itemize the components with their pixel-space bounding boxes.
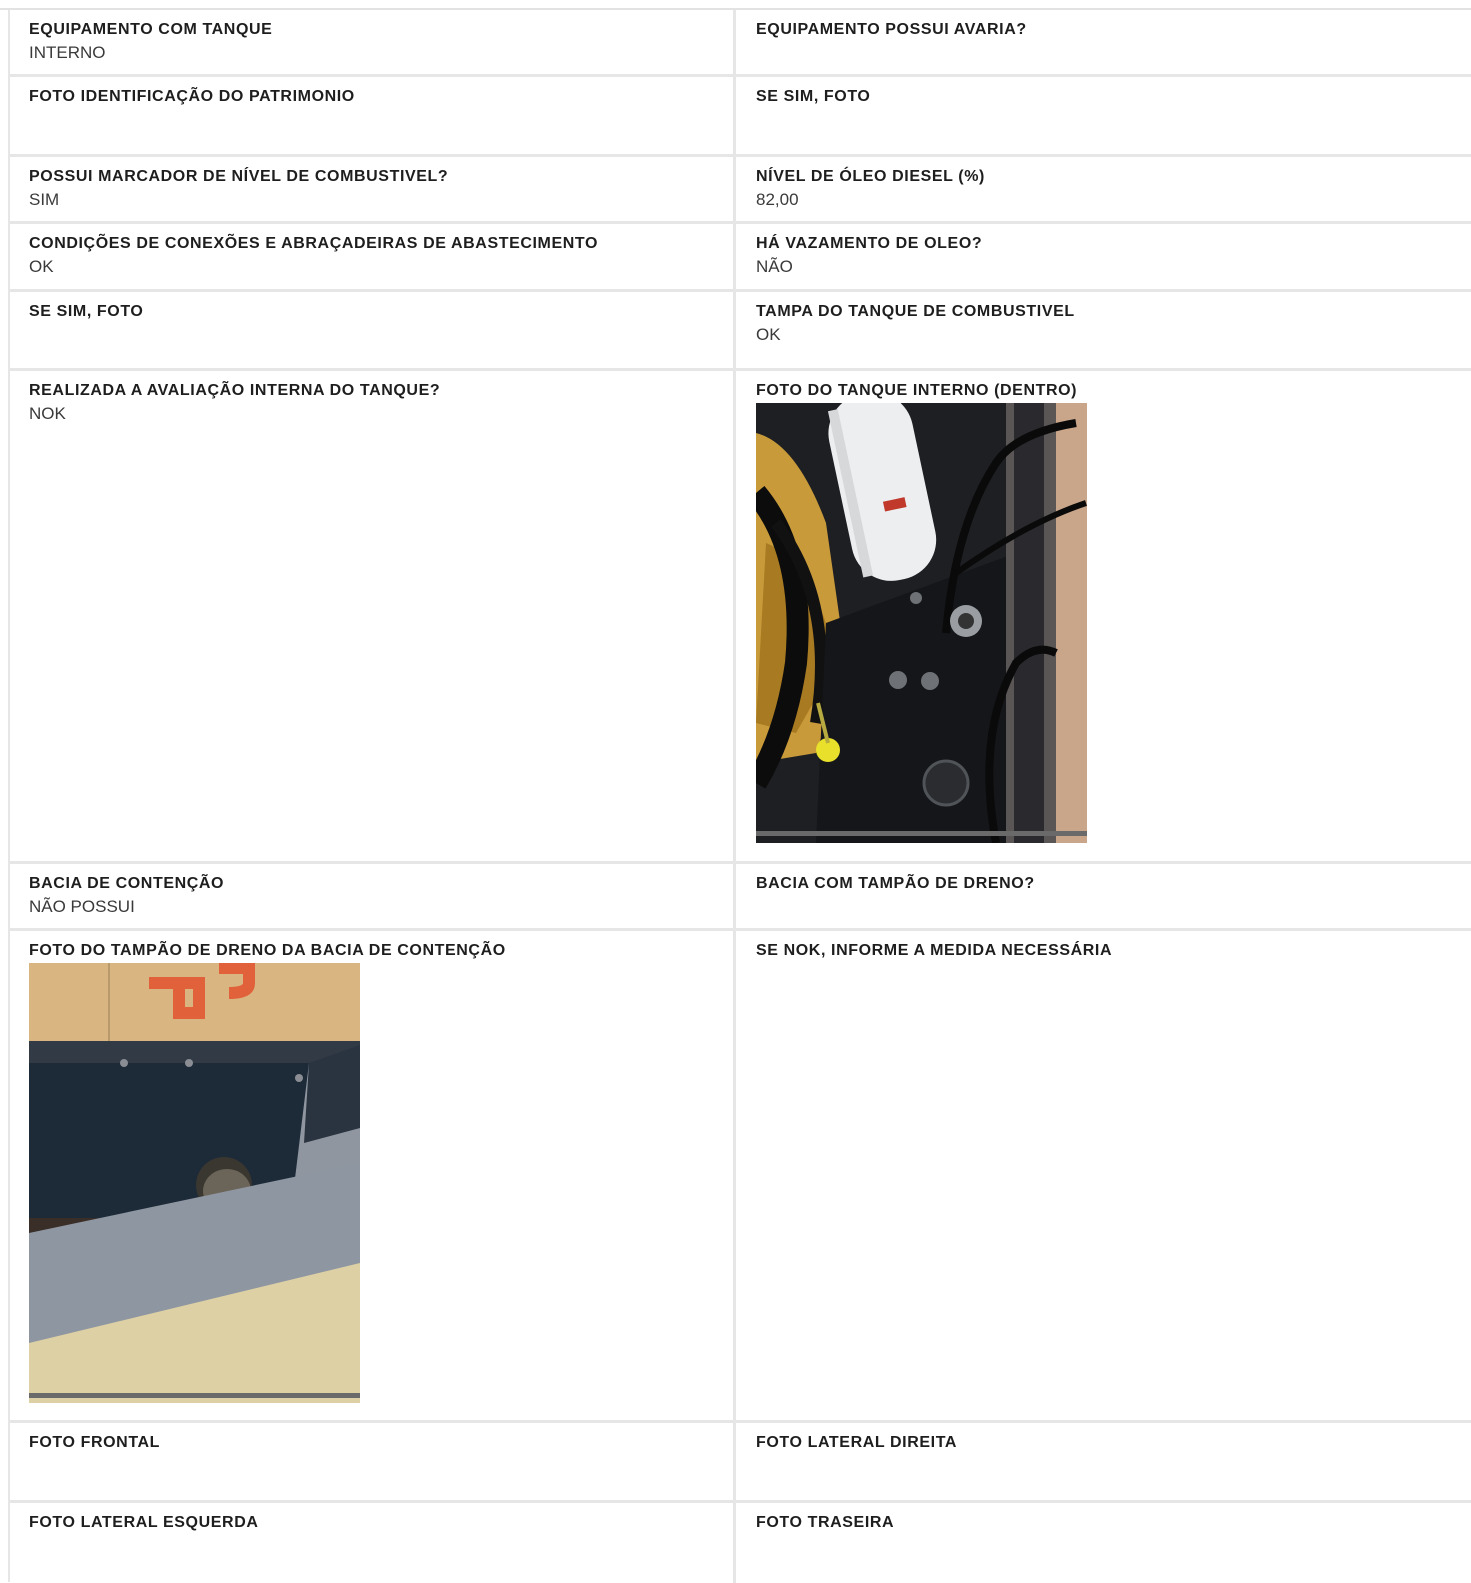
field-label: FOTO LATERAL DIREITA (756, 1434, 958, 1451)
field-foto-lateral-direita: FOTO LATERAL DIREITA (736, 1423, 1471, 1500)
field-nivel-oleo: NÍVEL DE ÓLEO DIESEL (%) 82,00 (736, 157, 1471, 221)
form-row: POSSUI MARCADOR DE NÍVEL DE COMBUSTIVEL?… (8, 157, 1471, 224)
field-label: SE NOK, INFORME A MEDIDA NECESSÁRIA (756, 942, 1113, 959)
field-label: SE SIM, FOTO (29, 303, 144, 320)
top-border (0, 0, 1471, 10)
form-row: FOTO IDENTIFICAÇÃO DO PATRIMONIO SE SIM,… (8, 77, 1471, 157)
field-value: INTERNO (29, 43, 106, 62)
field-conexoes: CONDIÇÕES DE CONEXÕES E ABRAÇADEIRAS DE … (8, 224, 736, 289)
form-row: CONDIÇÕES DE CONEXÕES E ABRAÇADEIRAS DE … (8, 224, 1471, 292)
field-label: FOTO DO TAMPÃO DE DRENO DA BACIA DE CONT… (29, 942, 506, 959)
field-label: EQUIPAMENTO POSSUI AVARIA? (756, 21, 1027, 38)
field-label: FOTO IDENTIFICAÇÃO DO PATRIMONIO (29, 88, 355, 105)
drain-plug-image (29, 963, 360, 1403)
field-label: NÍVEL DE ÓLEO DIESEL (%) (756, 168, 985, 185)
field-label: HÁ VAZAMENTO DE OLEO? (756, 235, 983, 252)
drain-plug-photo[interactable] (29, 963, 360, 1403)
form-row: FOTO DO TAMPÃO DE DRENO DA BACIA DE CONT… (8, 931, 1471, 1423)
field-label: FOTO LATERAL ESQUERDA (29, 1514, 259, 1531)
field-vazamento-foto: SE SIM, FOTO (8, 292, 736, 368)
field-label: FOTO DO TANQUE INTERNO (DENTRO) (756, 382, 1078, 399)
field-label: BACIA DE CONTENÇÃO (29, 875, 225, 892)
field-label: POSSUI MARCADOR DE NÍVEL DE COMBUSTIVEL? (29, 168, 449, 185)
form-row: FOTO FRONTAL FOTO LATERAL DIREITA (8, 1423, 1471, 1503)
field-foto-tampao-dreno: FOTO DO TAMPÃO DE DRENO DA BACIA DE CONT… (8, 931, 736, 1420)
field-value: OK (756, 325, 781, 344)
field-possui-avaria: EQUIPAMENTO POSSUI AVARIA? (736, 10, 1471, 74)
field-label: TAMPA DO TANQUE DE COMBUSTIVEL (756, 303, 1075, 320)
field-vazamento: HÁ VAZAMENTO DE OLEO? NÃO (736, 224, 1471, 289)
field-bacia-tampao: BACIA COM TAMPÃO DE DRENO? (736, 864, 1471, 928)
field-label: CONDIÇÕES DE CONEXÕES E ABRAÇADEIRAS DE … (29, 235, 599, 252)
form-row: REALIZADA A AVALIAÇÃO INTERNA DO TANQUE?… (8, 371, 1471, 864)
field-foto-lateral-esquerda: FOTO LATERAL ESQUERDA (8, 1503, 736, 1583)
field-bacia-contencao: BACIA DE CONTENÇÃO NÃO POSSUI (8, 864, 736, 928)
form-row: SE SIM, FOTO TAMPA DO TANQUE DE COMBUSTI… (8, 292, 1471, 371)
field-medida-necessaria: SE NOK, INFORME A MEDIDA NECESSÁRIA (736, 931, 1471, 1420)
field-label: FOTO FRONTAL (29, 1434, 161, 1451)
field-value: OK (29, 257, 54, 276)
field-foto-frontal: FOTO FRONTAL (8, 1423, 736, 1500)
field-tampa-tanque: TAMPA DO TANQUE DE COMBUSTIVEL OK (736, 292, 1471, 368)
tank-interior-photo[interactable] (756, 403, 1087, 843)
field-label: REALIZADA A AVALIAÇÃO INTERNA DO TANQUE? (29, 382, 441, 399)
field-foto-tanque-interno: FOTO DO TANQUE INTERNO (DENTRO) (736, 371, 1471, 861)
inspection-form: EQUIPAMENTO COM TANQUE INTERNO EQUIPAMEN… (8, 10, 1471, 1583)
field-value: NÃO (756, 257, 793, 276)
field-equipamento-tanque: EQUIPAMENTO COM TANQUE INTERNO (8, 10, 736, 74)
field-avaria-foto: SE SIM, FOTO (736, 77, 1471, 154)
form-row: BACIA DE CONTENÇÃO NÃO POSSUI BACIA COM … (8, 864, 1471, 931)
field-value: 82,00 (756, 190, 799, 209)
tank-interior-image (756, 403, 1087, 843)
field-value: NÃO POSSUI (29, 897, 135, 916)
field-marcador-nivel: POSSUI MARCADOR DE NÍVEL DE COMBUSTIVEL?… (8, 157, 736, 221)
field-label: SE SIM, FOTO (756, 88, 871, 105)
field-label: BACIA COM TAMPÃO DE DRENO? (756, 875, 1035, 892)
form-row: FOTO LATERAL ESQUERDA FOTO TRASEIRA (8, 1503, 1471, 1583)
field-foto-traseira: FOTO TRASEIRA (736, 1503, 1471, 1583)
field-label: FOTO TRASEIRA (756, 1514, 895, 1531)
field-label: EQUIPAMENTO COM TANQUE (29, 21, 273, 38)
form-row: EQUIPAMENTO COM TANQUE INTERNO EQUIPAMEN… (8, 10, 1471, 77)
field-avaliacao-interna: REALIZADA A AVALIAÇÃO INTERNA DO TANQUE?… (8, 371, 736, 861)
field-value: NOK (29, 404, 66, 423)
field-foto-patrimonio: FOTO IDENTIFICAÇÃO DO PATRIMONIO (8, 77, 736, 154)
field-value: SIM (29, 190, 60, 209)
